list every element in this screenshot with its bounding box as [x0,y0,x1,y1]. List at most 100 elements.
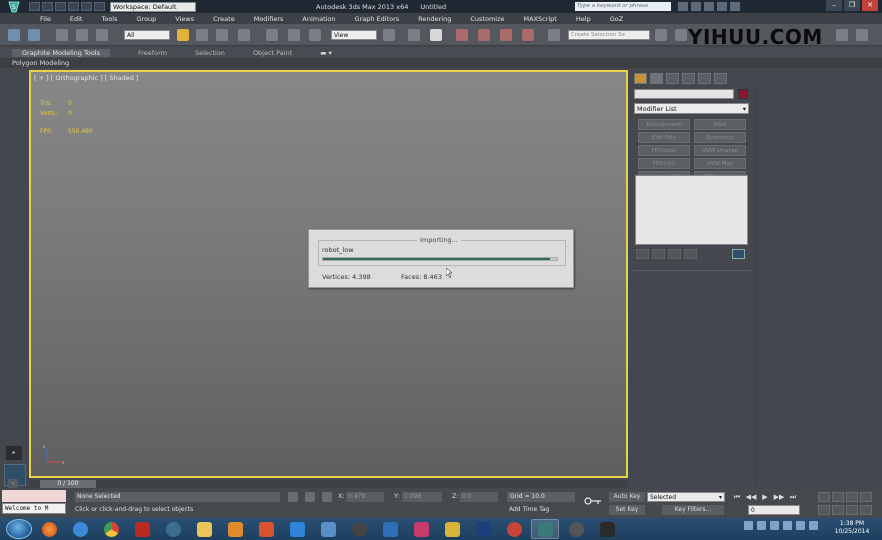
key-filters-button[interactable]: Key Filters... [662,505,724,515]
ribbon-panel-label[interactable]: Polygon Modeling [12,59,69,67]
set-key-button[interactable]: Set Key [609,505,645,515]
search-icon[interactable] [678,2,688,11]
menu-rendering[interactable]: Rendering [418,15,451,23]
pivot-center-icon[interactable] [383,29,395,41]
named-selection-set-dropdown[interactable]: Create Selection Se [568,30,650,40]
bind-space-warp-icon[interactable] [96,29,108,41]
modifier-button-ffd-box[interactable]: FFD(box) [638,145,690,156]
flag-icon[interactable] [757,521,766,530]
subscription-icon[interactable] [691,2,701,11]
maxscript-welcome-field[interactable]: Welcome to M [2,503,66,514]
orbit-icon[interactable] [846,505,858,515]
viewport-label[interactable]: [ + ] [ Orthographic ] [ Shaded ] [34,74,139,82]
taskbar-app5[interactable] [159,519,187,539]
project-folder-icon[interactable] [94,2,105,11]
reference-coordinate-dropdown[interactable]: View [331,30,377,40]
remove-modifier-icon[interactable] [684,249,697,259]
select-manipulate-icon[interactable] [408,29,420,41]
close-button[interactable]: ✕ [862,0,878,11]
modifier-button-symmetry[interactable]: Symmetry [694,132,746,143]
display-tab-icon[interactable] [698,72,711,84]
link-icon[interactable] [56,29,68,41]
menu-graph-editors[interactable]: Graph Editors [355,15,400,23]
keyboard-shortcut-icon[interactable] [430,29,442,41]
y-coord-field[interactable]: 1.098 [402,492,442,502]
scale-icon[interactable] [309,29,321,41]
app-menu-icon[interactable]: S [0,0,28,13]
tab-graphite-modeling-tools[interactable]: Graphite Modeling Tools [12,48,111,57]
select-object-icon[interactable] [177,29,189,41]
pin-stack-icon[interactable] [636,249,649,259]
menu-modifiers[interactable]: Modifiers [254,15,284,23]
taskbar-app18[interactable] [562,519,590,539]
redo-quick-icon[interactable] [81,2,92,11]
tray-app-icon[interactable] [809,521,818,530]
show-end-result-icon[interactable] [652,249,665,259]
modifier-button-shell[interactable]: Shell [694,119,746,130]
modifier-button-edit-poly[interactable]: Edit Poly [638,132,690,143]
utilities-tab-icon[interactable] [714,72,727,84]
go-to-start-icon[interactable]: ⏮ [731,492,743,502]
open-file-icon[interactable] [42,2,53,11]
auto-key-button[interactable]: Auto Key [609,492,645,502]
minimize-button[interactable]: – [826,0,842,11]
modifier-button-ffd-cyl[interactable]: FFD(cyl) [638,158,690,169]
key-mode-dropdown[interactable]: Selected ▾ [647,492,725,502]
modifier-button-uvw-unwrap[interactable]: UVW Unwrap [694,145,746,156]
menu-views[interactable]: Views [175,15,194,23]
menu-customize[interactable]: Customize [470,15,504,23]
x-coord-field[interactable]: 0.479 [346,492,384,502]
rotate-icon[interactable] [288,29,300,41]
isolate-icon[interactable] [305,492,315,502]
lock-selection-icon[interactable] [288,492,298,502]
viewport-layout-icon[interactable]: ▸ [6,446,22,460]
volume-icon[interactable] [783,521,792,530]
menu-goz[interactable]: GoZ [610,15,623,23]
workspace-dropdown[interactable]: Workspace: Default [110,1,196,12]
menu-maxscript[interactable]: MAXScript [524,15,557,23]
pan-icon[interactable] [832,505,844,515]
field-of-view-icon[interactable] [818,505,830,515]
menu-file[interactable]: File [40,15,51,23]
taskbar-filezilla[interactable] [128,519,156,539]
taskbar-media[interactable] [221,519,249,539]
modifier-stack[interactable] [635,175,748,245]
ribbon-options-icon[interactable]: ▬ ▾ [320,49,331,57]
move-icon[interactable] [266,29,278,41]
communication-icon[interactable] [704,2,714,11]
render-icon[interactable] [856,29,868,41]
menu-edit[interactable]: Edit [70,15,83,23]
key-icon[interactable] [584,496,602,506]
unlink-icon[interactable] [76,29,88,41]
play-icon[interactable]: ▶ [759,492,771,502]
mirror-icon[interactable] [655,29,667,41]
taskbar-app8[interactable] [252,519,280,539]
add-time-tag-button[interactable]: Add Time Tag [509,506,549,513]
snaps-toggle-icon[interactable] [456,29,468,41]
zoom-extents-icon[interactable] [846,492,858,502]
undo-icon[interactable] [8,29,20,41]
next-frame-icon[interactable]: ▶▶ [773,492,785,502]
object-color-swatch[interactable] [738,89,748,99]
zoom-all-icon[interactable] [832,492,844,502]
taskbar-app16[interactable] [500,519,528,539]
go-to-end-icon[interactable]: ⏭ [787,492,799,502]
zoom-icon[interactable] [818,492,830,502]
menu-help[interactable]: Help [576,15,591,23]
taskbar-photoshop[interactable] [469,519,497,539]
time-slider-prev-icon[interactable]: ‹ [8,479,18,488]
angle-snap-icon[interactable] [478,29,490,41]
tray-expand-icon[interactable] [744,521,753,530]
maximize-viewport-icon[interactable] [860,505,872,515]
edit-named-selection-icon[interactable] [548,29,560,41]
tray-app-icon[interactable] [796,521,805,530]
taskbar-app19[interactable] [593,519,621,539]
taskbar-app10[interactable] [314,519,342,539]
modifier-button-uvw-map[interactable]: UVW Map [694,158,746,169]
select-by-name-icon[interactable] [196,29,208,41]
taskbar-dropbox[interactable] [283,519,311,539]
menu-animation[interactable]: Animation [302,15,335,23]
help-search-input[interactable]: Type a keyword or phrase [575,2,671,11]
taskbar-app13[interactable] [407,519,435,539]
object-name-field[interactable] [634,89,734,99]
